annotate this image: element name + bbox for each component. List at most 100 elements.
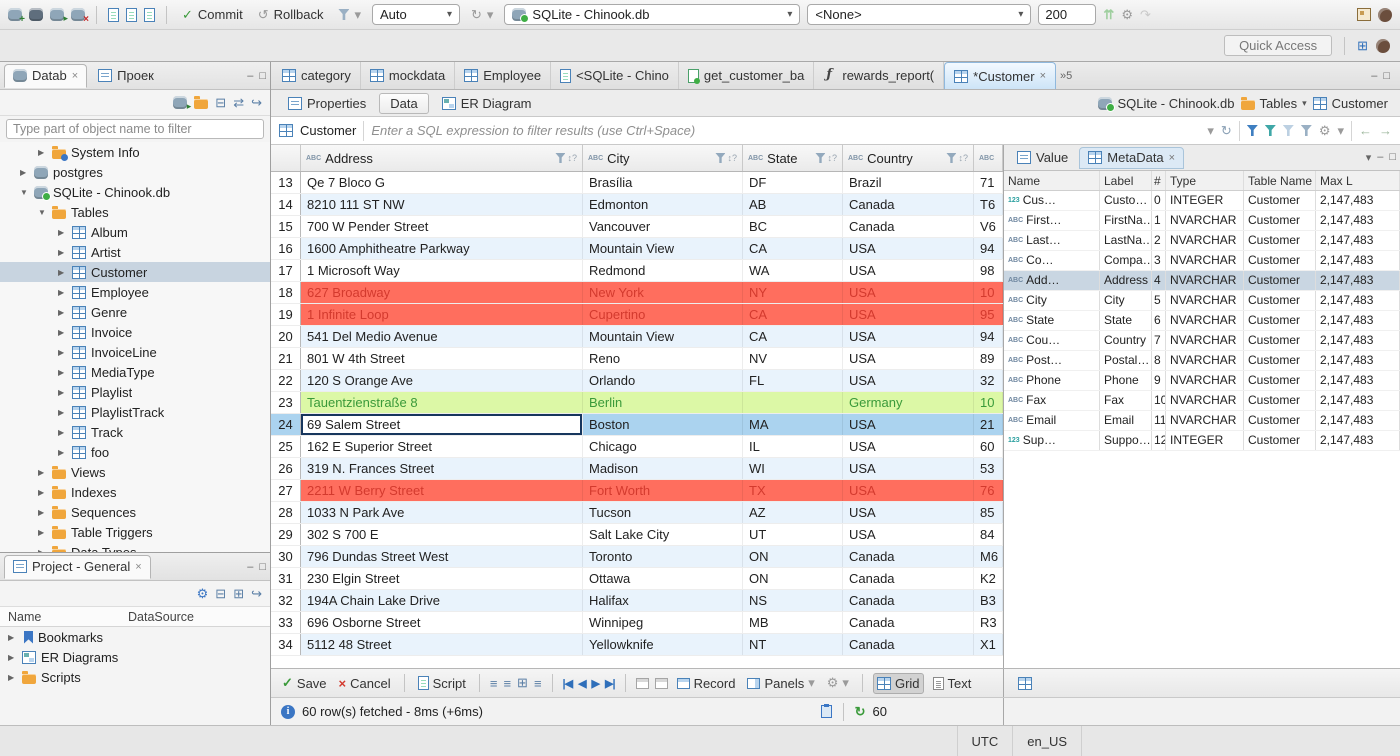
- maximize-editor-icon[interactable]: □: [1383, 70, 1390, 82]
- table-row[interactable]: 20 541 Del Medio Avenue Mountain View CA…: [271, 326, 1003, 348]
- cell-city[interactable]: Chicago: [583, 436, 743, 457]
- table-row[interactable]: 25 162 E Superior Street Chicago IL USA …: [271, 436, 1003, 458]
- cell-state[interactable]: WA: [743, 260, 843, 281]
- cell-city[interactable]: Mountain View: [583, 326, 743, 347]
- column-header-country[interactable]: ABC Country ↕?: [843, 145, 974, 171]
- meta-cell-number[interactable]: 10: [1152, 391, 1166, 410]
- meta-cell-maxlength[interactable]: 2,147,483: [1316, 291, 1400, 310]
- row-number[interactable]: 28: [271, 502, 301, 523]
- meta-cell-type[interactable]: NVARCHAR: [1166, 311, 1244, 330]
- cell-address[interactable]: 162 E Superior Street: [301, 436, 583, 457]
- editor-tab[interactable]: mockdata: [361, 62, 456, 89]
- collapse-folder-icon[interactable]: [194, 96, 209, 109]
- row-number[interactable]: 17: [271, 260, 301, 281]
- cell-address[interactable]: 700 W Pender Street: [301, 216, 583, 237]
- expand-arrow-icon[interactable]: ▶: [20, 168, 29, 177]
- meta-cell-label[interactable]: Compa…: [1100, 251, 1152, 270]
- new-sql-editor-icon[interactable]: [108, 7, 119, 22]
- metadata-row[interactable]: ABC City City 5 NVARCHAR Customer 2,147,…: [1004, 291, 1400, 311]
- tab-value[interactable]: Value: [1008, 147, 1077, 169]
- cell-postalcode[interactable]: 71: [974, 172, 1003, 193]
- editor-tab[interactable]: Employee: [455, 62, 552, 89]
- row-number[interactable]: 33: [271, 612, 301, 633]
- meta-cell-label[interactable]: FirstNa…: [1100, 211, 1152, 230]
- metadata-row[interactable]: ABC Last… LastNa… 2 NVARCHAR Customer 2,…: [1004, 231, 1400, 251]
- open-perspective-icon[interactable]: ⊞: [1357, 38, 1368, 54]
- cell-city[interactable]: Fort Worth: [583, 480, 743, 501]
- column-filter-icon[interactable]: [715, 153, 726, 163]
- nav-forward-icon[interactable]: →: [1379, 123, 1392, 138]
- expand-arrow-icon[interactable]: ▶: [58, 228, 67, 237]
- minimize-view-icon[interactable]: –: [247, 70, 253, 82]
- tree-item[interactable]: ▶ Invoice: [0, 322, 270, 342]
- meta-column-label[interactable]: Label: [1100, 171, 1152, 190]
- save-filter-icon[interactable]: [1264, 125, 1276, 136]
- expand-arrow-icon[interactable]: ▶: [8, 633, 17, 642]
- cell-postalcode[interactable]: 98: [974, 260, 1003, 281]
- connect-selected-icon[interactable]: [173, 96, 191, 112]
- meta-cell-type[interactable]: NVARCHAR: [1166, 211, 1244, 230]
- meta-cell-table[interactable]: Customer: [1244, 331, 1316, 350]
- meta-cell-name[interactable]: ABC Post…: [1004, 351, 1100, 370]
- cell-address[interactable]: 696 Osborne Street: [301, 612, 583, 633]
- meta-cell-maxlength[interactable]: 2,147,483: [1316, 231, 1400, 250]
- row-number[interactable]: 23: [271, 392, 301, 413]
- cell-state[interactable]: [743, 392, 843, 413]
- meta-cell-maxlength[interactable]: 2,147,483: [1316, 431, 1400, 450]
- table-row[interactable]: 26 319 N. Frances Street Madison WI USA …: [271, 458, 1003, 480]
- cell-city[interactable]: Madison: [583, 458, 743, 479]
- cell-state[interactable]: MA: [743, 414, 843, 435]
- cell-state[interactable]: AB: [743, 194, 843, 215]
- copy-status-icon[interactable]: [820, 704, 832, 718]
- meta-cell-type[interactable]: NVARCHAR: [1166, 391, 1244, 410]
- cell-country[interactable]: Canada: [843, 590, 974, 611]
- cell-postalcode[interactable]: 32: [974, 370, 1003, 391]
- expand-arrow-icon[interactable]: ▶: [58, 268, 67, 277]
- table-row[interactable]: 31 230 Elgin Street Ottawa ON Canada K2: [271, 568, 1003, 590]
- meta-cell-table[interactable]: Customer: [1244, 271, 1316, 290]
- table-row[interactable]: 19 1 Infinite Loop Cupertino CA USA 95: [271, 304, 1003, 326]
- row-number[interactable]: 34: [271, 634, 301, 655]
- editor-tab[interactable]: rewards_report(: [814, 62, 945, 89]
- meta-cell-number[interactable]: 7: [1152, 331, 1166, 350]
- meta-cell-table[interactable]: Customer: [1244, 191, 1316, 210]
- meta-cell-label[interactable]: Custo…: [1100, 191, 1152, 210]
- meta-cell-label[interactable]: Fax: [1100, 391, 1152, 410]
- close-icon[interactable]: ×: [1169, 152, 1175, 164]
- meta-cell-number[interactable]: 3: [1152, 251, 1166, 270]
- table-row[interactable]: 33 696 Osborne Street Winnipeg MB Canada…: [271, 612, 1003, 634]
- meta-cell-type[interactable]: INTEGER: [1166, 191, 1244, 210]
- expand-all-icon[interactable]: ⊞: [233, 586, 244, 602]
- expand-arrow-icon[interactable]: ▶: [38, 508, 47, 517]
- cell-country[interactable]: USA: [843, 260, 974, 281]
- tree-item[interactable]: ▶ Genre: [0, 302, 270, 322]
- record-mode-button[interactable]: Record: [674, 674, 739, 693]
- commit-mode-combo[interactable]: Auto ▾: [371, 4, 460, 25]
- metadata-row[interactable]: ABC Co… Compa… 3 NVARCHAR Customer 2,147…: [1004, 251, 1400, 271]
- cell-country[interactable]: USA: [843, 480, 974, 501]
- meta-cell-label[interactable]: Phone: [1100, 371, 1152, 390]
- cell-state[interactable]: IL: [743, 436, 843, 457]
- table-row[interactable]: 27 2211 W Berry Street Fort Worth TX USA…: [271, 480, 1003, 502]
- open-sql-script-icon[interactable]: [126, 7, 137, 22]
- maximize-panel-icon[interactable]: □: [1389, 151, 1396, 164]
- minimize-editor-icon[interactable]: –: [1371, 70, 1377, 82]
- expand-arrow-icon[interactable]: ▶: [38, 148, 47, 157]
- meta-cell-type[interactable]: NVARCHAR: [1166, 411, 1244, 430]
- row-number[interactable]: 18: [271, 282, 301, 303]
- view-menu-icon[interactable]: ↪: [251, 95, 262, 111]
- meta-cell-name[interactable]: ABC First…: [1004, 211, 1100, 230]
- metadata-row[interactable]: ABC Email Email 11 NVARCHAR Customer 2,1…: [1004, 411, 1400, 431]
- column-header-city[interactable]: ABC City ↕?: [583, 145, 743, 171]
- auto-refresh-icon[interactable]: ↻: [855, 704, 866, 720]
- minimize-view-icon[interactable]: –: [247, 561, 253, 573]
- cell-country[interactable]: Canada: [843, 568, 974, 589]
- meta-cell-number[interactable]: 0: [1152, 191, 1166, 210]
- cell-city[interactable]: Orlando: [583, 370, 743, 391]
- cell-address[interactable]: Tauentzienstraße 8: [301, 392, 583, 413]
- meta-column-type[interactable]: Type: [1166, 171, 1244, 190]
- meta-cell-type[interactable]: NVARCHAR: [1166, 291, 1244, 310]
- tab-project-general[interactable]: Project - General ×: [4, 554, 151, 579]
- cell-address[interactable]: 541 Del Medio Avenue: [301, 326, 583, 347]
- fetch-size-input[interactable]: 200: [1038, 4, 1097, 25]
